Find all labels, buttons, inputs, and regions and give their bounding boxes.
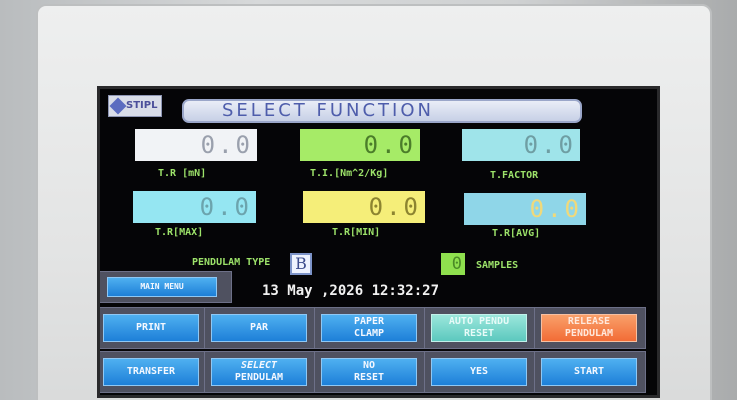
release-pendulam-button[interactable]: RELEASE PENDULAM bbox=[541, 314, 637, 342]
start-button[interactable]: START bbox=[541, 358, 637, 386]
torque-min-display: 0.0 bbox=[303, 191, 425, 223]
pendulam-type-label: PENDULAM TYPE bbox=[192, 257, 271, 268]
main-menu-label: MAIN MENU bbox=[140, 282, 184, 291]
button-cell: PAR bbox=[204, 307, 316, 349]
select-pendulam-button[interactable]: SELECT PENDULAM bbox=[211, 358, 307, 386]
button-cell: START bbox=[534, 351, 646, 393]
auto-pendu-reset-button[interactable]: AUTO PENDU RESET bbox=[431, 314, 527, 342]
transfer-button[interactable]: TRANSFER bbox=[103, 358, 199, 386]
main-menu-button[interactable]: MAIN MENU bbox=[107, 277, 217, 297]
button-label: PAR bbox=[249, 322, 269, 333]
no-reset-button[interactable]: NO RESET bbox=[321, 358, 417, 386]
button-cell: PAPER CLAMP bbox=[314, 307, 426, 349]
main-menu-frame: MAIN MENU bbox=[100, 271, 232, 303]
date-time-display: 13 May ,2026 12:32:27 bbox=[262, 283, 440, 299]
torque-max-display: 0.0 bbox=[133, 191, 256, 223]
button-cell: YES bbox=[424, 351, 536, 393]
button-label: AUTO PENDU bbox=[448, 316, 510, 327]
torque-factor-label: T.FACTOR bbox=[490, 170, 539, 181]
torque-inertia-label: T.I.[Nm^2/Kg] bbox=[310, 168, 389, 179]
torque-max-label: T.R[MAX] bbox=[155, 227, 204, 238]
par-button[interactable]: PAR bbox=[211, 314, 307, 342]
button-cell: AUTO PENDU RESET bbox=[424, 307, 536, 349]
button-label: START bbox=[573, 366, 605, 377]
torque-avg-display: 0.0 bbox=[464, 193, 586, 225]
torque-factor-display: 0.0 bbox=[462, 129, 580, 161]
hmi-screen: STIPL SELECT FUNCTION 0.0 T.R [mN] 0.0 T… bbox=[97, 86, 660, 398]
button-cell: NO RESET bbox=[314, 351, 426, 393]
button-label: NO bbox=[362, 360, 376, 371]
torque-reading-display: 0.0 bbox=[135, 129, 257, 161]
button-cell: RELEASE PENDULAM bbox=[534, 307, 646, 349]
button-label-2: PENDULAM bbox=[564, 328, 614, 339]
yes-button[interactable]: YES bbox=[431, 358, 527, 386]
torque-inertia-display: 0.0 bbox=[300, 129, 420, 161]
button-cell: PRINT bbox=[100, 307, 208, 349]
company-logo: STIPL bbox=[108, 95, 162, 117]
print-button[interactable]: PRINT bbox=[103, 314, 199, 342]
button-cell: TRANSFER bbox=[100, 351, 208, 393]
logo-mark-icon bbox=[109, 97, 127, 115]
button-label-2: PENDULAM bbox=[234, 372, 284, 383]
samples-label: SAMPLES bbox=[476, 260, 519, 271]
logo-text: STIPL bbox=[126, 100, 158, 111]
button-label: SELECT bbox=[240, 360, 278, 371]
button-label: YES bbox=[469, 366, 489, 377]
torque-avg-label: T.R[AVG] bbox=[492, 228, 541, 239]
page-title: SELECT FUNCTION bbox=[182, 99, 582, 123]
button-label-2: RESET bbox=[463, 328, 495, 339]
button-label-2: RESET bbox=[353, 372, 385, 383]
torque-min-label: T.R[MIN] bbox=[332, 227, 381, 238]
button-label: TRANSFER bbox=[126, 366, 176, 377]
torque-reading-label: T.R [mN] bbox=[158, 168, 207, 179]
button-label: PRINT bbox=[135, 322, 167, 333]
button-label: RELEASE bbox=[567, 316, 611, 327]
samples-count: 0 bbox=[441, 253, 465, 275]
paper-clamp-button[interactable]: PAPER CLAMP bbox=[321, 314, 417, 342]
button-label: PAPER bbox=[353, 316, 385, 327]
button-cell: SELECT PENDULAM bbox=[204, 351, 316, 393]
pendulam-type-value[interactable]: B bbox=[290, 253, 312, 275]
button-label-2: CLAMP bbox=[353, 328, 385, 339]
